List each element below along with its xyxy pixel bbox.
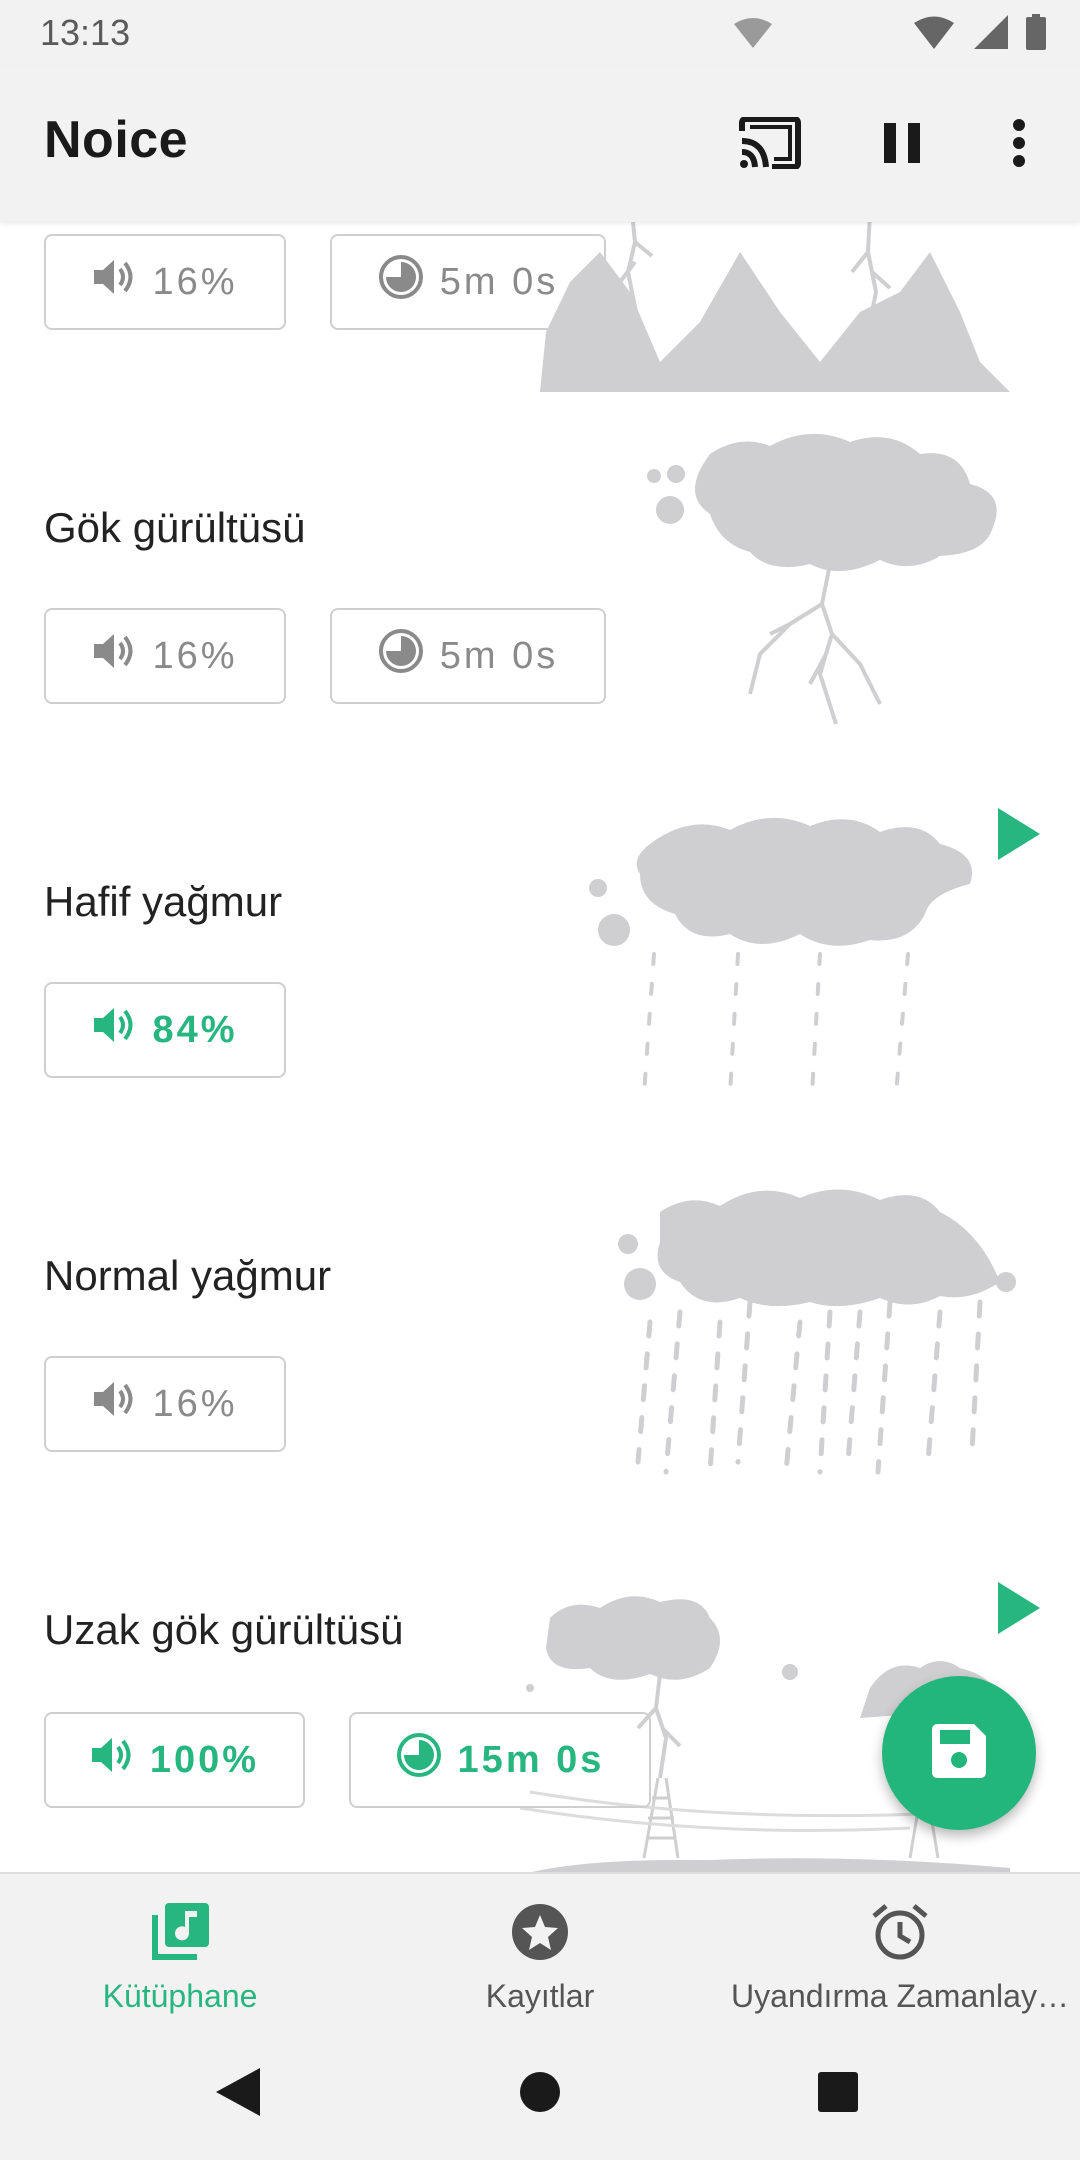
timer-icon bbox=[396, 1732, 442, 1788]
sound-name: Normal yağmur bbox=[44, 1252, 332, 1299]
rain-illustration bbox=[610, 1172, 1030, 1497]
sound-card-normal-rain[interactable]: Normal yağmur 16% bbox=[0, 1142, 1080, 1518]
back-icon[interactable] bbox=[216, 2068, 260, 2121]
cast-icon bbox=[738, 115, 802, 174]
pause-icon bbox=[884, 122, 922, 168]
thunder-cloud-illustration bbox=[640, 424, 1010, 739]
more-options-button[interactable] bbox=[984, 110, 1054, 180]
volume-icon bbox=[92, 1379, 136, 1429]
sound-library-list[interactable]: 16% 5m 0s Gök gürültüsü 16% 5m 0s Hafif … bbox=[0, 222, 1080, 1872]
volume-button[interactable]: 100% bbox=[44, 1712, 305, 1808]
star-icon bbox=[511, 1903, 569, 1966]
volume-label: 16% bbox=[152, 1382, 238, 1425]
playing-indicator bbox=[998, 808, 1040, 865]
battery-icon bbox=[1026, 13, 1046, 55]
status-time: 13:13 bbox=[40, 12, 131, 53]
volume-button[interactable]: 16% bbox=[44, 1356, 286, 1452]
timer-label: 5m 0s bbox=[439, 634, 559, 677]
volume-label: 100% bbox=[149, 1738, 260, 1781]
save-icon bbox=[932, 1723, 986, 1783]
library-music-icon bbox=[151, 1902, 209, 1966]
timer-icon bbox=[378, 628, 424, 684]
app-bar: Noice bbox=[0, 66, 1080, 222]
timer-button[interactable]: 5m 0s bbox=[330, 608, 606, 704]
volume-icon bbox=[92, 257, 136, 307]
play-icon bbox=[998, 1582, 1040, 1638]
system-navigation-bar bbox=[0, 2024, 1080, 2160]
mountain-thunder-illustration bbox=[540, 222, 1020, 394]
playing-indicator bbox=[998, 1582, 1040, 1639]
sound-name: Hafif yağmur bbox=[44, 878, 283, 925]
cell-signal-icon bbox=[974, 14, 1008, 54]
light-rain-illustration bbox=[580, 804, 1030, 1129]
cast-button[interactable] bbox=[735, 110, 805, 180]
volume-label: 16% bbox=[152, 260, 238, 303]
volume-icon bbox=[90, 1735, 134, 1785]
sound-card-thunder[interactable]: Gök gürültüsü 16% 5m 0s bbox=[0, 394, 1080, 770]
recents-icon[interactable] bbox=[818, 2072, 858, 2117]
app-title: Noice bbox=[44, 111, 189, 169]
volume-button[interactable]: 16% bbox=[44, 234, 286, 330]
sound-name: Uzak gök gürültüsü bbox=[44, 1606, 404, 1653]
status-bar: 13:13 bbox=[0, 0, 1080, 66]
nav-label: Kayıtlar bbox=[485, 1978, 595, 2014]
play-icon bbox=[998, 808, 1040, 864]
nav-label: Uyandırma Zamanlay… bbox=[731, 1978, 1069, 2014]
home-icon[interactable] bbox=[520, 2072, 560, 2117]
alarm-icon bbox=[870, 1902, 930, 1967]
timer-button[interactable]: 5m 0s bbox=[330, 234, 606, 330]
more-vert-icon bbox=[1012, 118, 1026, 172]
volume-icon bbox=[92, 1005, 136, 1055]
volume-icon bbox=[92, 631, 136, 681]
sound-card-light-rain[interactable]: Hafif yağmur 84% bbox=[0, 768, 1080, 1144]
bottom-navigation: Kütüphane Kayıtlar Uyandırma Zamanlay… bbox=[0, 1872, 1080, 2026]
nav-label: Kütüphane bbox=[102, 1978, 258, 2014]
wifi-icon bbox=[912, 15, 956, 54]
sound-card-mountain[interactable]: 16% 5m 0s bbox=[0, 222, 1080, 396]
wifi-small-icon bbox=[732, 16, 774, 53]
nav-recordings[interactable]: Kayıtlar bbox=[360, 1874, 720, 2026]
volume-button[interactable]: 84% bbox=[44, 982, 286, 1078]
timer-icon bbox=[378, 254, 424, 310]
timer-label: 5m 0s bbox=[439, 260, 559, 303]
pause-button[interactable] bbox=[868, 110, 938, 180]
nav-alarm[interactable]: Uyandırma Zamanlay… bbox=[720, 1874, 1080, 2026]
timer-label: 15m 0s bbox=[457, 1738, 605, 1781]
volume-button[interactable]: 16% bbox=[44, 608, 286, 704]
volume-label: 84% bbox=[152, 1008, 238, 1051]
nav-library[interactable]: Kütüphane bbox=[0, 1874, 360, 2026]
sound-name: Gök gürültüsü bbox=[44, 504, 306, 551]
save-preset-fab[interactable] bbox=[882, 1676, 1036, 1830]
timer-button[interactable]: 15m 0s bbox=[349, 1712, 651, 1808]
volume-label: 16% bbox=[152, 634, 238, 677]
